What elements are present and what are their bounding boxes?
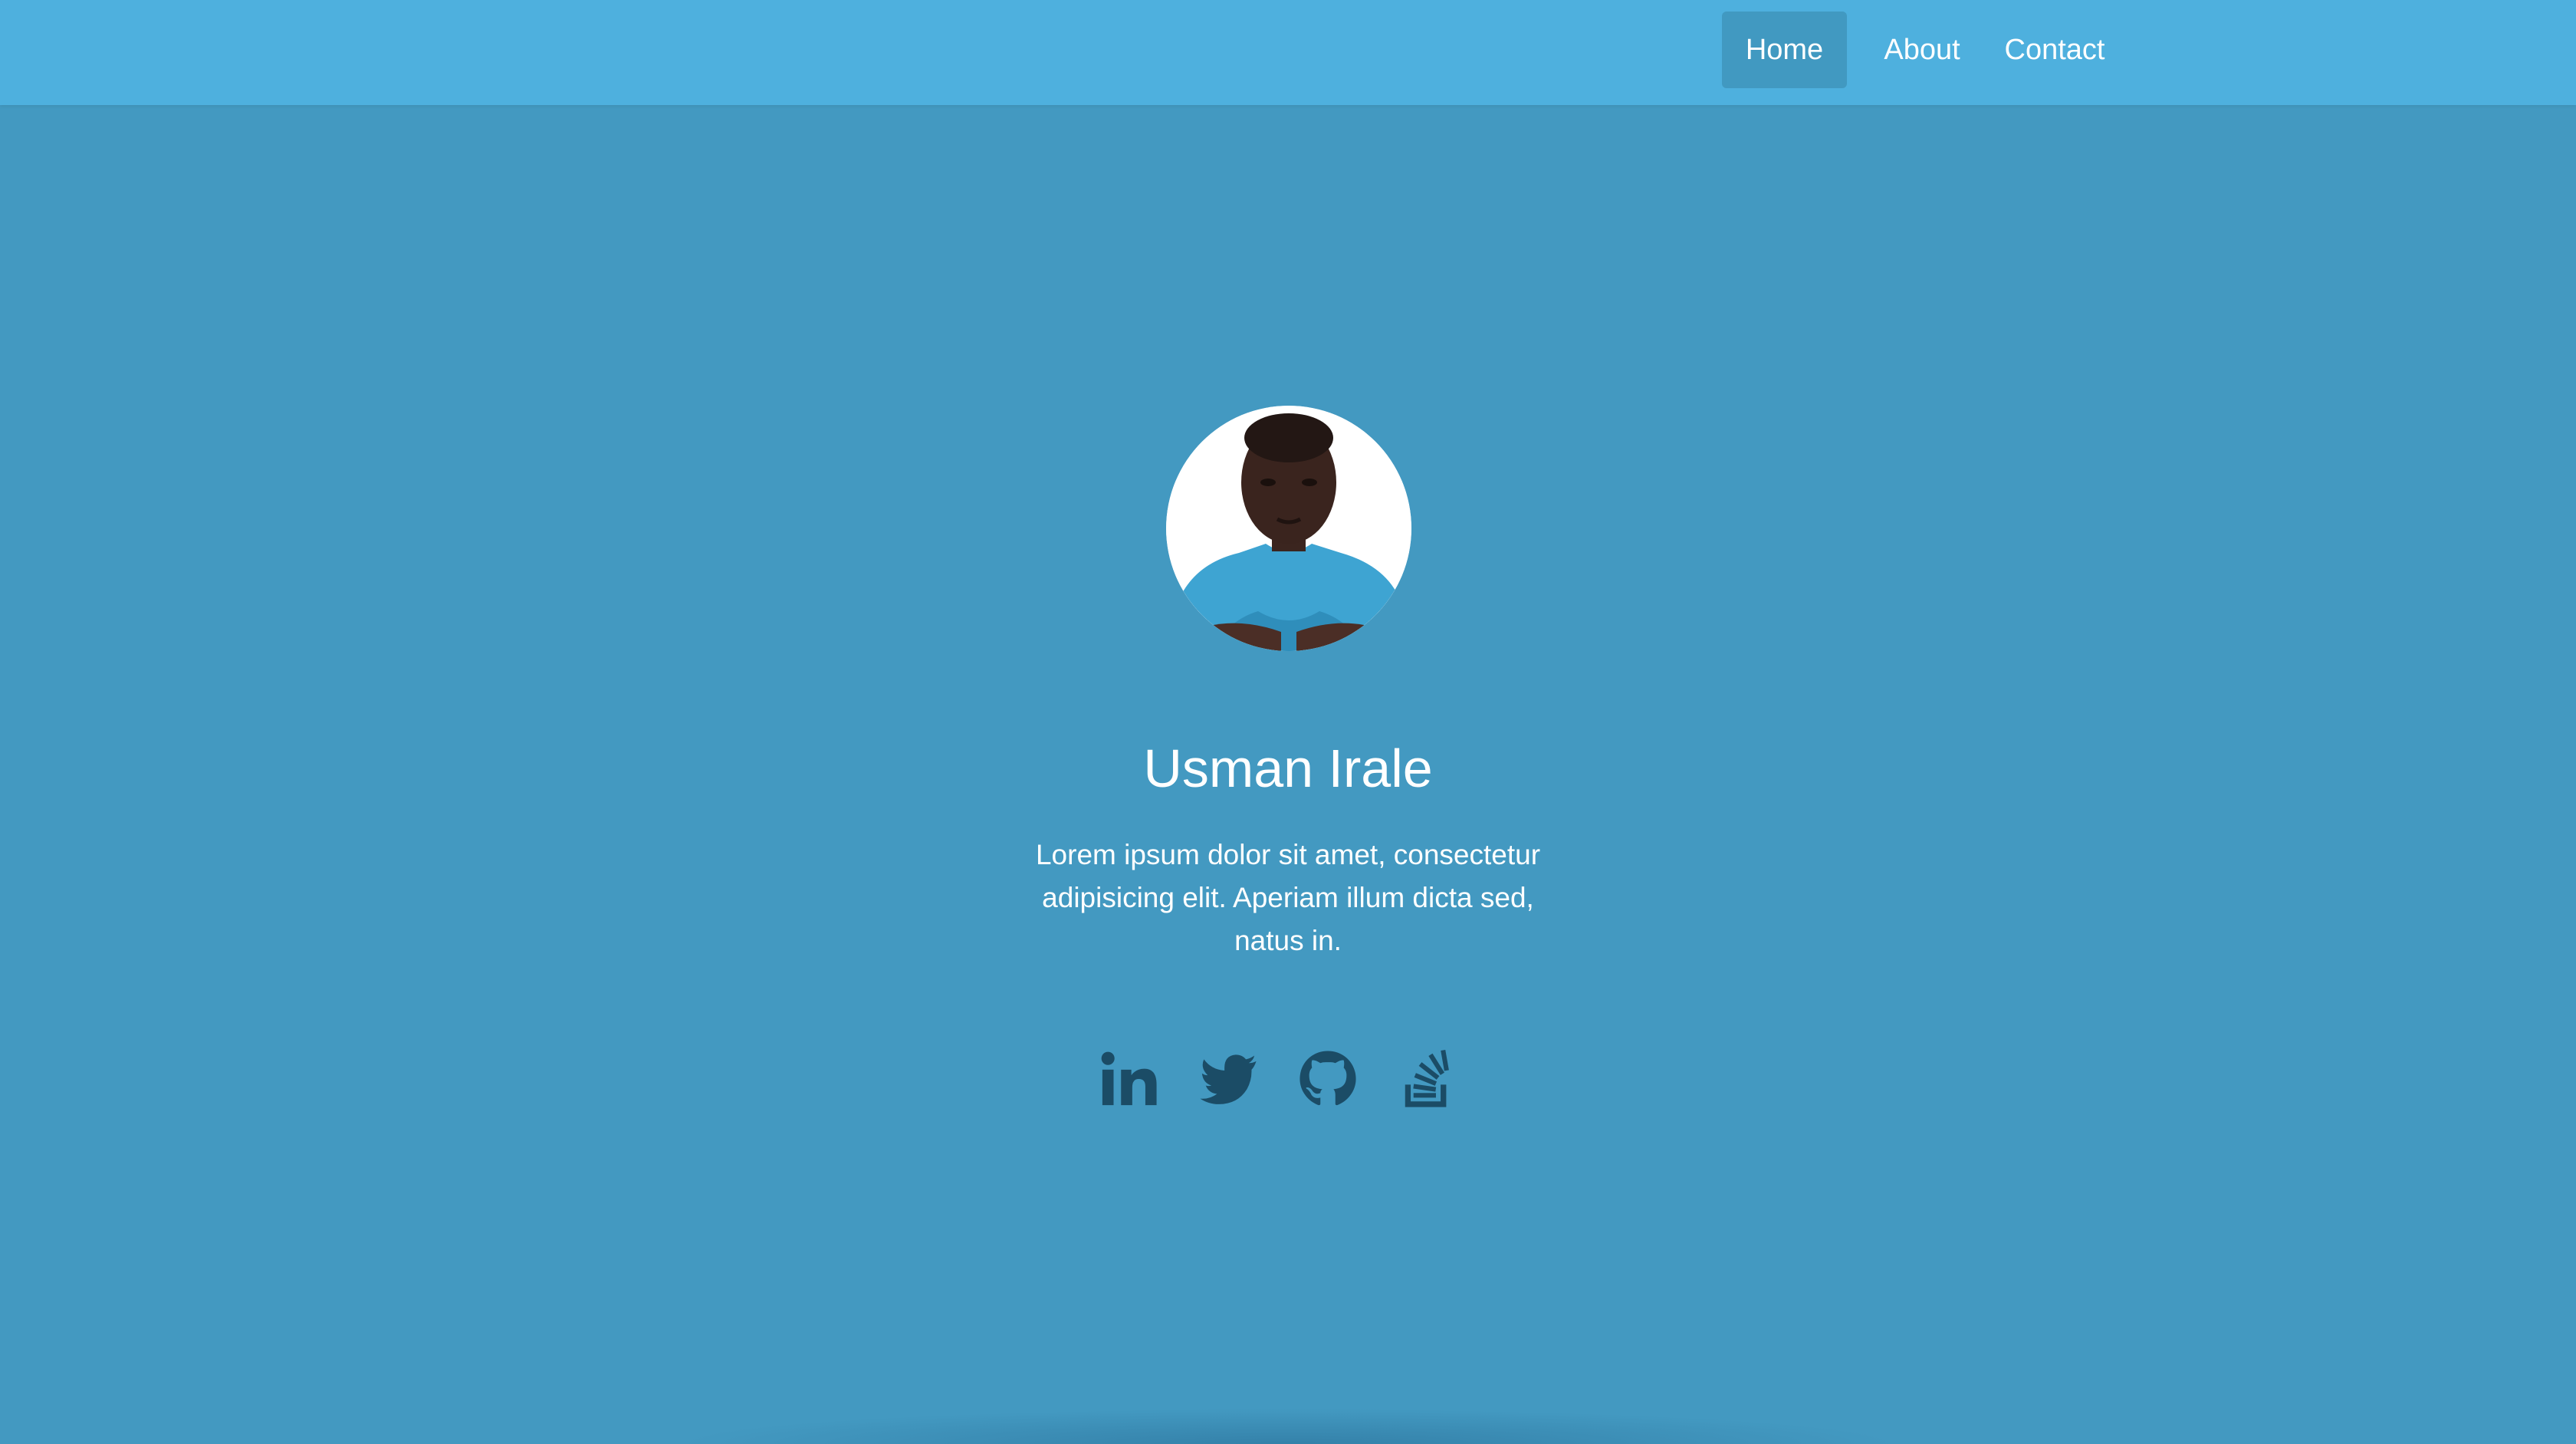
- profile-avatar: [1166, 406, 1411, 651]
- nav-menu: Home About Contact: [1722, 12, 2108, 88]
- hero-section: Usman Irale Lorem ipsum dolor sit amet, …: [0, 105, 2576, 1444]
- nav-link-about[interactable]: About: [1861, 12, 1983, 88]
- linkedin-icon: [1101, 1051, 1157, 1106]
- profile-photo: [1166, 406, 1411, 651]
- github-icon: [1300, 1051, 1356, 1106]
- github-link[interactable]: [1296, 1047, 1360, 1111]
- social-links: [1096, 1047, 1460, 1111]
- stackoverflow-link[interactable]: [1395, 1047, 1460, 1111]
- section-divider-shadow: [675, 1409, 1901, 1444]
- navbar: Home About Contact: [0, 0, 2576, 105]
- twitter-icon: [1200, 1054, 1257, 1104]
- profile-name: Usman Irale: [1143, 738, 1433, 798]
- nav-link-contact[interactable]: Contact: [2001, 12, 2108, 88]
- nav-link-home[interactable]: Home: [1722, 12, 1847, 88]
- twitter-link[interactable]: [1196, 1047, 1260, 1111]
- stackoverflow-icon: [1405, 1049, 1449, 1107]
- linkedin-link[interactable]: [1096, 1047, 1161, 1111]
- profile-bio: Lorem ipsum dolor sit amet, consectetur …: [1035, 839, 1541, 956]
